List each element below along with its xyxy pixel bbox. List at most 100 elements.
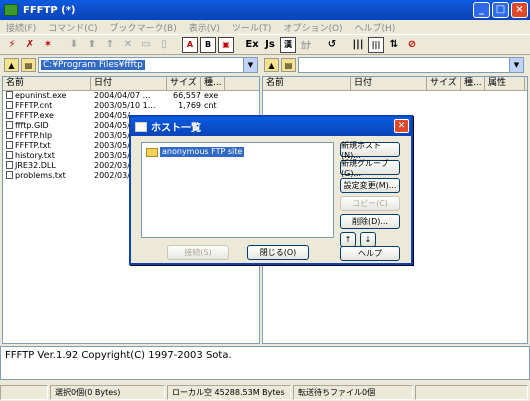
chevron-down-icon[interactable]: ▼: [509, 58, 523, 72]
help-button[interactable]: ヘルプ: [340, 246, 400, 261]
file-name: FFFTP.hlp: [15, 131, 53, 140]
menu-options[interactable]: オプション(O): [283, 21, 342, 34]
menu-tools[interactable]: ツール(T): [232, 21, 272, 34]
cell-date: 2003/05/10 1...: [94, 101, 156, 110]
cell-name: epuninst.exe: [3, 91, 91, 101]
remote-up-folder-icon[interactable]: ▲: [264, 58, 279, 72]
new-group-button[interactable]: 新規グループ(G)...: [340, 159, 400, 178]
file-name: JRE32.DLL: [15, 161, 56, 170]
delete-icon[interactable]: ✕: [120, 37, 136, 53]
col-type[interactable]: 種...: [201, 77, 225, 90]
file-name: epuninst.exe: [15, 91, 67, 100]
file-name: FFFTP.cnt: [15, 101, 53, 110]
dialog-close-button[interactable]: 閉じる(O): [247, 245, 309, 260]
dialog-close-icon[interactable]: ✕: [394, 119, 409, 133]
col-size[interactable]: サイズ: [427, 77, 461, 90]
connect-button[interactable]: 接続(S): [167, 245, 229, 260]
cell-name: FFFTP.hlp: [3, 131, 91, 141]
file-icon: [6, 161, 13, 169]
delete-button[interactable]: 削除(D)...: [340, 214, 400, 229]
cell-name: JRE32.DLL: [3, 161, 91, 171]
disconnect-icon[interactable]: ✗: [22, 37, 38, 53]
new-host-button[interactable]: 新規ホスト(N)...: [340, 141, 400, 160]
log-area[interactable]: FFFTP Ver.1.92 Copyright(C) 1997-2003 So…: [0, 346, 530, 380]
col-name[interactable]: 名前: [263, 77, 351, 90]
upload-icon[interactable]: ⬆: [84, 37, 100, 53]
sync-icon[interactable]: ⇅: [386, 37, 402, 53]
cell-name: FFFTP.exe: [3, 111, 91, 121]
menu-connect[interactable]: 接続(F): [6, 21, 36, 34]
ascii-mode-icon[interactable]: A: [182, 36, 198, 53]
col-date[interactable]: 日付: [351, 77, 427, 90]
status-extra: [415, 384, 528, 400]
remote-column-headers: 名前 日付 サイズ 種... 属性: [263, 77, 527, 91]
local-up-folder-icon[interactable]: ▲: [4, 58, 19, 72]
list-view-icon[interactable]: |||: [350, 37, 366, 53]
host-list-dialog: ホスト一覧 ✕ anonymous FTP site 新規ホスト(N)... 新…: [129, 115, 413, 265]
copy-button[interactable]: コピー(C): [340, 196, 400, 211]
edit-settings-button[interactable]: 設定変更(M)...: [340, 178, 400, 193]
host-item[interactable]: anonymous FTP site: [146, 147, 245, 157]
local-path-combo[interactable]: C:¥Program Files¥ffftp ▼: [38, 57, 258, 73]
file-icon: [6, 101, 13, 109]
host-list[interactable]: anonymous FTP site: [141, 142, 334, 238]
col-size[interactable]: サイズ: [167, 77, 201, 90]
menu-command[interactable]: コマンド(C): [48, 21, 97, 34]
minimize-button[interactable]: _: [473, 2, 490, 18]
table-row[interactable]: epuninst.exe 2004/04/07 ... 66,557 exe: [3, 91, 259, 101]
cell-size: 1,769: [178, 101, 201, 110]
dialog-title: ホスト一覧: [151, 123, 201, 134]
table-row[interactable]: FFFTP.cnt 2003/05/10 1... 1,769 cnt: [3, 101, 259, 111]
file-icon: [6, 131, 13, 139]
detail-view-icon[interactable]: |||: [368, 36, 384, 53]
stop-icon[interactable]: ⊘: [404, 37, 420, 53]
cell-type: exe: [204, 91, 219, 100]
kana-icon[interactable]: ｶﾅ: [298, 37, 314, 53]
cell-size: 66,557: [173, 91, 201, 100]
cell-name: FFFTP.cnt: [3, 101, 91, 111]
binary-mode-icon[interactable]: B: [200, 36, 216, 53]
kanji-icon[interactable]: 漢: [280, 36, 296, 53]
col-type[interactable]: 種...: [461, 77, 485, 90]
menu-help[interactable]: ヘルプ(H): [355, 21, 396, 34]
local-open-folder-icon[interactable]: ▤: [21, 58, 36, 72]
file-icon: [6, 141, 13, 149]
remote-path-bar: ▲ ▤ ▼: [264, 56, 530, 74]
ex-icon[interactable]: Ex: [244, 37, 260, 53]
mkdir-icon[interactable]: ▯: [156, 37, 172, 53]
col-name[interactable]: 名前: [3, 77, 91, 90]
download-icon[interactable]: ⬇: [66, 37, 82, 53]
rename-icon[interactable]: ▭: [138, 37, 154, 53]
col-attr[interactable]: 属性: [485, 77, 525, 90]
file-icon: [6, 171, 13, 179]
menu-bookmark[interactable]: ブックマーク(B): [110, 21, 177, 34]
file-name: history.txt: [15, 151, 55, 160]
remote-path-combo[interactable]: ▼: [298, 57, 524, 73]
remote-open-folder-icon[interactable]: ▤: [281, 58, 296, 72]
mirror-upload-icon[interactable]: ⇑: [102, 37, 118, 53]
js-icon[interactable]: Js: [262, 37, 278, 53]
file-icon: [6, 91, 13, 99]
status-bar: 選択0個(0 Bytes) ローカル空 45288.53M Bytes 転送待ち…: [0, 383, 530, 401]
connect-icon[interactable]: ⚡: [4, 37, 20, 53]
file-name: problems.txt: [15, 171, 66, 180]
cell-name: ffftp.GID: [3, 121, 91, 131]
close-button[interactable]: ×: [511, 2, 528, 18]
move-down-button[interactable]: ↓: [360, 232, 376, 247]
auto-mode-icon[interactable]: ▣: [218, 36, 234, 53]
local-column-headers: 名前 日付 サイズ 種...: [3, 77, 259, 91]
local-path-value: C:¥Program Files¥ffftp: [41, 60, 145, 70]
status-local-free: ローカル空 45288.53M Bytes: [167, 384, 291, 400]
cell-date: 2004/04/07 ...: [94, 91, 151, 100]
status-queue: 転送待ちファイル0個: [293, 384, 413, 400]
refresh-icon[interactable]: ↺: [324, 37, 340, 53]
move-up-button[interactable]: ↑: [340, 232, 356, 247]
menu-view[interactable]: 表示(V): [189, 21, 220, 34]
cell-name: history.txt: [3, 151, 91, 161]
chevron-down-icon[interactable]: ▼: [243, 58, 257, 72]
menu-bar: 接続(F) コマンド(C) ブックマーク(B) 表示(V) ツール(T) オプシ…: [0, 20, 530, 35]
maximize-button[interactable]: □: [492, 2, 509, 18]
file-icon: [6, 111, 13, 119]
col-date[interactable]: 日付: [91, 77, 167, 90]
quick-connect-icon[interactable]: ✶: [40, 37, 56, 53]
